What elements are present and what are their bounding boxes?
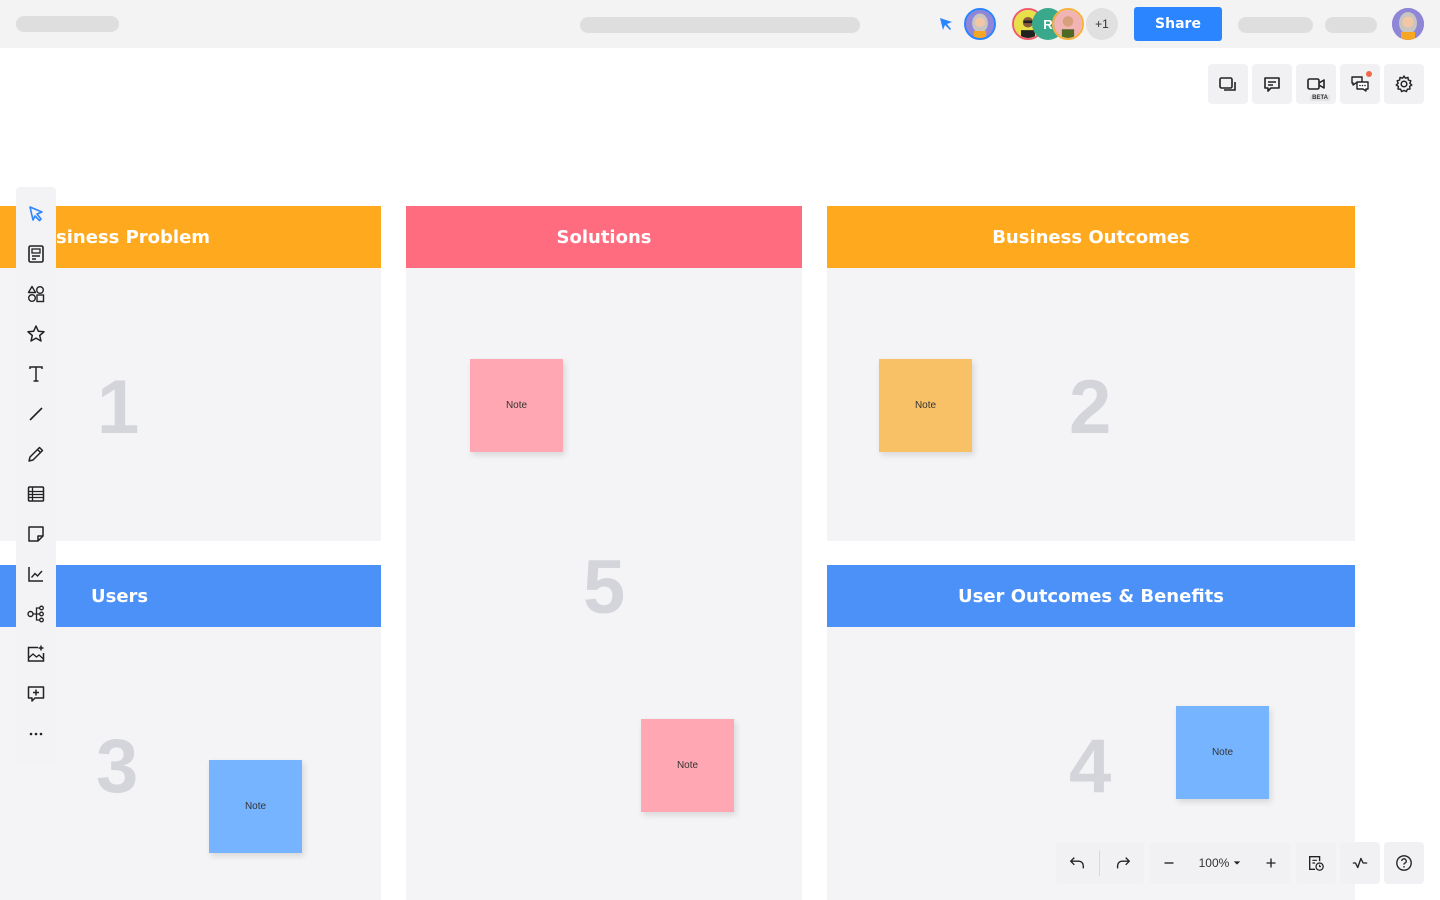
text-tool[interactable] xyxy=(16,354,56,394)
pages-button[interactable] xyxy=(1208,64,1248,104)
menu-placeholder-1[interactable] xyxy=(1238,17,1313,33)
settings-button[interactable] xyxy=(1384,64,1424,104)
more-tools-button[interactable] xyxy=(16,714,56,754)
table-icon xyxy=(27,486,45,502)
panel-business-problem[interactable]: siness Problem 1 xyxy=(0,206,381,541)
table-tool[interactable] xyxy=(16,474,56,514)
sticky-note[interactable]: Note xyxy=(470,359,563,452)
chevron-down-icon xyxy=(1234,861,1241,865)
panel-header: Solutions xyxy=(406,206,802,268)
help-icon xyxy=(1396,855,1412,871)
zoom-in-button[interactable] xyxy=(1262,854,1280,872)
gear-icon xyxy=(1395,75,1413,93)
history-button[interactable] xyxy=(1296,842,1336,884)
redo-icon xyxy=(1116,857,1130,869)
zoom-controls: 100% xyxy=(1150,842,1290,884)
panel-title: siness Problem xyxy=(56,226,211,248)
chat-button[interactable] xyxy=(1340,64,1380,104)
line-tool[interactable] xyxy=(16,394,56,434)
plus-icon xyxy=(1266,858,1276,868)
panel-number: 1 xyxy=(97,365,140,450)
panel-number: 4 xyxy=(1069,724,1112,809)
sticky-note[interactable]: Note xyxy=(1176,706,1269,799)
sticky-note[interactable]: Note xyxy=(879,359,972,452)
beta-badge: BETA xyxy=(1310,95,1330,101)
sticky-note[interactable]: Note xyxy=(209,760,302,853)
video-button[interactable]: BETA xyxy=(1296,64,1336,104)
panel-users[interactable]: Users 3 xyxy=(0,565,381,900)
text-icon xyxy=(29,366,43,382)
star-icon xyxy=(27,325,45,342)
pencil-tool[interactable] xyxy=(16,434,56,474)
share-button[interactable]: Share xyxy=(1134,7,1222,41)
sticky-note-tool[interactable] xyxy=(16,514,56,554)
panel-title: Solutions xyxy=(556,226,652,248)
select-cursor-icon xyxy=(29,206,43,222)
help-button[interactable] xyxy=(1384,842,1424,884)
notification-dot xyxy=(1366,71,1372,77)
comment-icon xyxy=(1264,77,1280,92)
comment-add-tool[interactable] xyxy=(16,674,56,714)
shapes-icon xyxy=(27,285,45,303)
more-collaborators-badge[interactable]: +1 xyxy=(1086,8,1118,40)
current-user-avatar[interactable] xyxy=(964,8,996,40)
left-toolbar xyxy=(16,187,56,763)
mind-map-tool[interactable] xyxy=(16,594,56,634)
template-tool[interactable] xyxy=(16,234,56,274)
chart-icon xyxy=(28,567,43,582)
more-icon xyxy=(29,732,43,736)
line-icon xyxy=(29,407,43,421)
undo-icon xyxy=(1070,857,1085,869)
panel-number: 2 xyxy=(1069,365,1112,450)
panel-header: Business Outcomes xyxy=(827,206,1355,268)
panel-header: User Outcomes & Benefits xyxy=(827,565,1355,627)
star-tool[interactable] xyxy=(16,314,56,354)
mind-map-icon xyxy=(27,605,44,623)
panel-header: siness Problem xyxy=(0,206,381,268)
menu-placeholder-2[interactable] xyxy=(1325,17,1377,33)
top-bar: R +1 Share xyxy=(0,0,1440,48)
zoom-level-dropdown[interactable]: 100% xyxy=(1199,856,1242,870)
minus-icon xyxy=(1164,862,1174,864)
video-icon xyxy=(1307,78,1325,90)
shapes-tool[interactable] xyxy=(16,274,56,314)
panel-header: Users xyxy=(0,565,381,627)
undo-button[interactable] xyxy=(1057,854,1097,872)
image-add-tool[interactable] xyxy=(16,634,56,674)
panel-number: 3 xyxy=(96,724,139,809)
pencil-icon xyxy=(28,446,44,462)
sticky-note[interactable]: Note xyxy=(641,719,734,812)
chat-icon xyxy=(1351,76,1369,92)
pages-icon xyxy=(1219,77,1236,91)
breadcrumb-placeholder xyxy=(580,17,860,33)
chart-tool[interactable] xyxy=(16,554,56,594)
select-tool[interactable] xyxy=(16,194,56,234)
template-icon xyxy=(28,245,44,263)
activity-icon xyxy=(1352,857,1368,869)
undo-redo-group xyxy=(1056,842,1144,884)
image-add-icon xyxy=(27,645,45,662)
panel-title: Business Outcomes xyxy=(992,226,1190,248)
panel-number: 5 xyxy=(583,545,626,630)
history-icon xyxy=(1309,856,1324,871)
divider xyxy=(1099,850,1101,876)
account-avatar[interactable] xyxy=(1392,8,1424,40)
document-title-placeholder[interactable] xyxy=(16,16,119,32)
zoom-out-button[interactable] xyxy=(1160,854,1178,872)
comments-button[interactable] xyxy=(1252,64,1292,104)
cursor-icon xyxy=(940,18,952,30)
collaborator-avatar-3[interactable] xyxy=(1052,8,1084,40)
panel-title: Users xyxy=(91,585,149,607)
panel-solutions[interactable]: Solutions 5 xyxy=(406,206,802,900)
comment-add-icon xyxy=(27,686,45,702)
panel-title: User Outcomes & Benefits xyxy=(958,585,1224,607)
activity-button[interactable] xyxy=(1340,842,1380,884)
redo-button[interactable] xyxy=(1103,854,1143,872)
sticky-note-icon xyxy=(28,526,44,542)
